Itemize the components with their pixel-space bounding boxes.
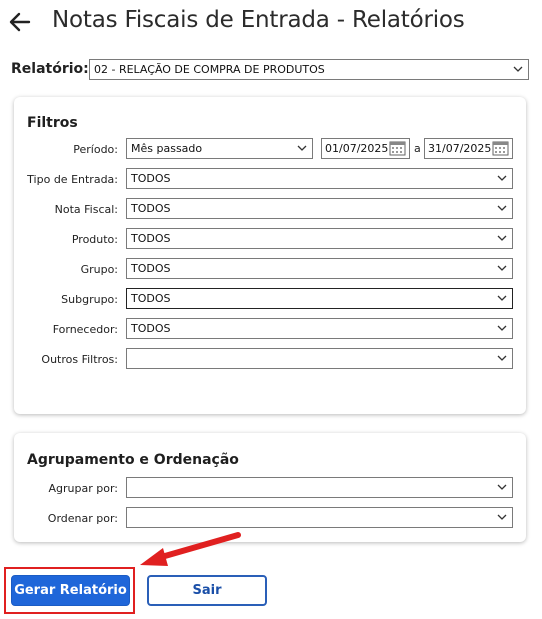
tipo-entrada-value: TODOS [131,172,171,185]
periodo-label: Período: [73,143,118,156]
periodo-value: Mês passado [131,142,203,155]
outros-filtros-select[interactable] [126,348,513,369]
subgrupo-select[interactable]: TODOS [126,288,513,309]
nota-fiscal-value: TODOS [131,202,171,215]
produto-label: Produto: [71,233,118,246]
arrow-left-icon[interactable] [8,10,32,34]
relatorio-select[interactable]: 02 - RELAÇÃO DE COMPRA DE PRODUTOS [89,59,529,80]
subgrupo-label: Subgrupo: [61,293,118,306]
calendar-icon[interactable] [492,141,509,156]
annotation-arrow-icon [140,532,241,566]
tipo-entrada-label: Tipo de Entrada: [27,173,118,186]
grupo-value: TODOS [131,262,171,275]
agrupar-label: Agrupar por: [48,482,119,495]
nota-fiscal-select[interactable]: TODOS [126,198,513,219]
agrupar-select[interactable] [126,477,513,498]
relatorio-label: Relatório: [11,61,89,77]
chevron-down-icon [497,265,507,271]
calendar-icon[interactable] [389,141,406,156]
chevron-down-icon [497,514,507,520]
fornecedor-value: TODOS [131,322,171,335]
ordenar-select[interactable] [126,507,513,528]
page-header: Notas Fiscais de Entrada - Relatórios [0,0,542,44]
periodo-select[interactable]: Mês passado [126,138,313,159]
ordenar-label: Ordenar por: [47,512,118,525]
date-to-value: 31/07/2025 [428,142,492,155]
subgrupo-value: TODOS [131,292,171,305]
produto-value: TODOS [131,232,171,245]
chevron-down-icon [497,355,507,361]
page-title: Notas Fiscais de Entrada - Relatórios [52,7,465,33]
date-from-value: 01/07/2025 [325,142,389,155]
chevron-down-icon [497,295,507,301]
chevron-down-icon [497,205,507,211]
chevron-down-icon [513,66,523,72]
grupo-select[interactable]: TODOS [126,258,513,279]
tipo-entrada-select[interactable]: TODOS [126,168,513,189]
chevron-down-icon [497,484,507,490]
date-from-input[interactable]: 01/07/2025 [321,138,410,159]
date-to-input[interactable]: 31/07/2025 [424,138,513,159]
chevron-down-icon [497,235,507,241]
nota-fiscal-label: Nota Fiscal: [54,203,118,216]
generate-report-button[interactable]: Gerar Relatório [11,575,130,606]
fornecedor-label: Fornecedor: [52,323,118,336]
agrupamento-panel: Agrupamento e Ordenação Agrupar por: Ord… [14,433,526,542]
outros-filtros-label: Outros Filtros: [41,353,118,366]
chevron-down-icon [497,175,507,181]
chevron-down-icon [297,145,307,151]
date-separator: a [414,142,421,155]
produto-select[interactable]: TODOS [126,228,513,249]
chevron-down-icon [497,325,507,331]
fornecedor-select[interactable]: TODOS [126,318,513,339]
grupo-label: Grupo: [80,263,118,276]
exit-button[interactable]: Sair [147,575,267,606]
filtros-title: Filtros [27,115,78,131]
agrupamento-title: Agrupamento e Ordenação [27,452,239,468]
filtros-panel: Filtros Período: Mês passado 01/07/2025 … [14,97,526,414]
relatorio-value: 02 - RELAÇÃO DE COMPRA DE PRODUTOS [94,63,325,76]
